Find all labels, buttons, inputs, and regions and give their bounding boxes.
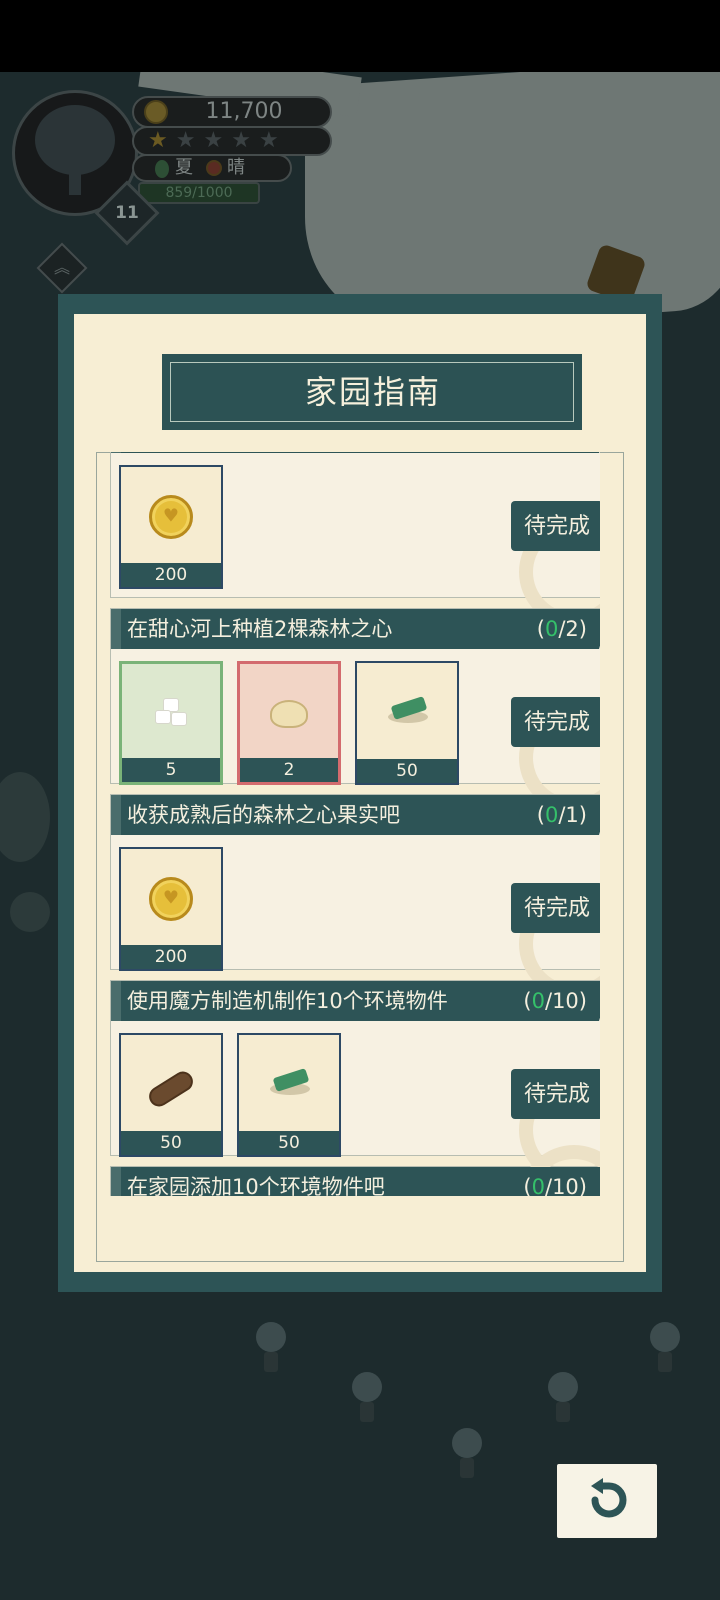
quest-card: ♥ 200 待完成 <box>110 452 600 627</box>
grass-bundle-icon <box>266 1067 312 1099</box>
star-icon: ★ <box>175 128 204 153</box>
status-bar <box>0 0 720 72</box>
progress-total: /2) <box>558 617 587 641</box>
quest-status-button[interactable]: 待完成 <box>511 883 600 933</box>
heart-coin-icon: ♥ <box>149 877 193 921</box>
season-label: 夏 <box>175 157 193 178</box>
progress-done: 0 <box>531 989 545 1013</box>
sugar-cube-icon <box>153 698 189 730</box>
scene-flower <box>256 1322 286 1372</box>
coin-value: 11,700 <box>205 99 283 124</box>
progress-total: /1) <box>558 803 587 827</box>
title-banner-border: 家园指南 <box>170 362 574 422</box>
scene-flower <box>650 1322 680 1372</box>
quest-header: 在甜心河上种植2棵森林之心 (0/2) <box>111 609 600 649</box>
weather-label: 晴 <box>227 157 245 178</box>
quest-header: 在家园添加10个环境物件吧 (0/10) <box>111 1167 600 1196</box>
reward-count: 50 <box>357 759 457 783</box>
reward-item[interactable]: ♥ 200 <box>119 465 223 589</box>
quest-header: 收获成熟后的森林之心果实吧 (0/1) <box>111 795 600 835</box>
pearl-shell-icon <box>270 700 308 728</box>
reward-item[interactable]: 50 <box>355 661 459 785</box>
reward-count: 50 <box>239 1131 339 1155</box>
reward-count: 5 <box>122 758 220 782</box>
reward-item[interactable]: 5 <box>119 661 223 785</box>
quest-card: 使用魔方制造机制作10个环境物件 (0/10) 50 50 待完成 <box>110 980 600 1185</box>
scene-rock <box>0 772 50 862</box>
quest-title: 在家园添加10个环境物件吧 <box>127 1175 385 1196</box>
player-hud: 11,700 ★★★★★ 夏 晴 859/1000 11 ︽ <box>0 72 720 305</box>
reward-item[interactable]: 2 <box>237 661 341 785</box>
quest-list[interactable]: ♥ 200 待完成 在甜心河上种植2棵森林之心 (0/2) 5 2 50 待完成 收获成熟后的森林… <box>110 452 600 1196</box>
quest-card: 在甜心河上种植2棵森林之心 (0/2) 5 2 50 待完成 <box>110 608 600 813</box>
scene-rock <box>10 892 50 932</box>
scene-flower <box>352 1372 382 1422</box>
star-icon: ★ <box>258 128 287 153</box>
level-number: 11 <box>115 203 139 223</box>
quest-header: 使用魔方制造机制作10个环境物件 (0/10) <box>111 981 600 1021</box>
leaf-icon <box>155 160 169 178</box>
reward-item[interactable]: 50 <box>237 1033 341 1157</box>
quest-header <box>111 452 600 453</box>
reward-item[interactable]: 50 <box>119 1033 223 1157</box>
tree-trunk <box>69 165 81 195</box>
quest-title: 使用魔方制造机制作10个环境物件 <box>127 989 448 1013</box>
wood-log-icon <box>145 1067 197 1111</box>
progress-done: 0 <box>544 617 559 641</box>
undo-arrow-icon <box>591 1478 627 1518</box>
quest-status-button[interactable]: 待完成 <box>511 697 600 747</box>
star-icon: ★ <box>148 128 176 153</box>
reward-item[interactable]: ♥ 200 <box>119 847 223 971</box>
quest-status-button[interactable]: 待完成 <box>511 501 600 551</box>
quest-title: 收获成熟后的森林之心果实吧 <box>127 803 400 827</box>
quest-progress: (0/2) <box>536 617 587 641</box>
star-icon: ★ <box>231 128 259 153</box>
dialog-title-banner: 家园指南 <box>162 354 582 430</box>
quest-progress: (0/10) <box>523 989 587 1013</box>
reward-count: 200 <box>121 945 221 969</box>
quest-title: 在甜心河上种植2棵森林之心 <box>127 617 393 641</box>
reward-count: 200 <box>121 563 221 587</box>
progress-total: /10) <box>545 1175 587 1196</box>
scene-flower <box>548 1372 578 1422</box>
dialog-title: 家园指南 <box>304 373 441 411</box>
star-icon: ★ <box>203 128 232 153</box>
scene-flower <box>452 1428 482 1478</box>
coin-icon <box>144 100 168 124</box>
quest-progress: (0/10) <box>523 1167 587 1196</box>
grass-bundle-icon <box>384 695 430 727</box>
sun-icon <box>206 160 222 176</box>
chevron-up-icon: ︽ <box>53 258 70 277</box>
heart-coin-icon: ♥ <box>149 495 193 539</box>
quest-card: 在家园添加10个环境物件吧 (0/10) <box>110 1145 600 1196</box>
star-rating-stars: ★★★★★ <box>148 128 287 154</box>
progress-done: 0 <box>544 803 559 827</box>
progress-total: /10) <box>545 989 587 1013</box>
reward-count: 50 <box>121 1131 221 1155</box>
quest-card: 收获成熟后的森林之心果实吧 (0/1) ♥ 200 待完成 <box>110 794 600 999</box>
quest-progress: (0/1) <box>536 803 587 827</box>
back-button[interactable] <box>557 1464 657 1538</box>
reward-count: 2 <box>240 758 338 782</box>
progress-done: 0 <box>531 1175 545 1196</box>
exp-value: 859/1000 <box>165 185 233 201</box>
quest-status-button[interactable]: 待完成 <box>511 1069 600 1119</box>
